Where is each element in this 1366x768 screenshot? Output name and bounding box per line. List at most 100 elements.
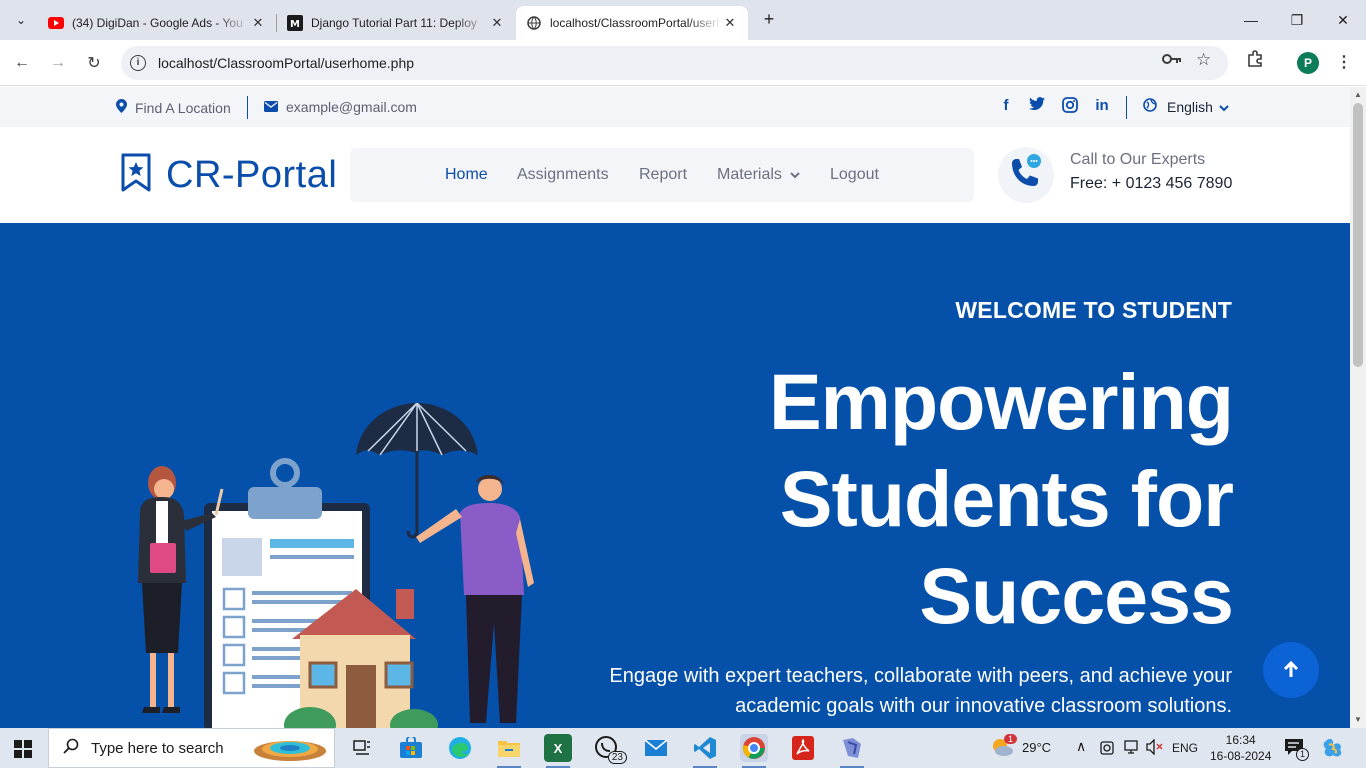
excel-icon[interactable]: X xyxy=(544,734,572,768)
chrome-icon[interactable] xyxy=(740,734,768,768)
weather-icon[interactable]: 1 xyxy=(990,734,1018,761)
facebook-icon[interactable]: f xyxy=(997,97,1015,115)
taskbar-search-box[interactable]: Type here to search xyxy=(48,728,335,768)
web-page: Find A Location example@gmail.com f in E… xyxy=(0,87,1350,728)
edge-browser-icon[interactable] xyxy=(446,734,474,762)
close-icon[interactable]: ✕ xyxy=(489,15,505,31)
globe-icon xyxy=(526,15,542,31)
divider xyxy=(247,96,248,119)
taskbar-clock[interactable]: 16:34 16-08-2024 xyxy=(1210,732,1271,764)
notification-count: 1 xyxy=(1296,748,1309,761)
copilot-icon[interactable] xyxy=(1322,737,1344,762)
browser-toolbar: ← → ↻ i localhost/ClassroomPortal/userho… xyxy=(0,40,1366,86)
close-icon[interactable]: ✕ xyxy=(722,15,738,31)
linkedin-icon[interactable]: in xyxy=(1093,97,1111,115)
forward-button[interactable]: → xyxy=(45,50,71,76)
language-selector[interactable]: English xyxy=(1143,98,1229,115)
back-button[interactable]: ← xyxy=(9,50,35,76)
clock-time: 16:34 xyxy=(1225,733,1256,747)
call-number[interactable]: Free: + 0123 456 7890 xyxy=(1070,175,1232,193)
input-language[interactable]: ENG xyxy=(1172,741,1198,755)
file-explorer-icon[interactable] xyxy=(495,734,523,768)
email-link[interactable]: example@gmail.com xyxy=(264,99,417,115)
notification-icon[interactable]: 1 xyxy=(1284,738,1309,761)
chevron-down-icon xyxy=(790,166,801,184)
top-info-bar: Find A Location example@gmail.com f in E… xyxy=(0,87,1350,127)
arrow-up-icon xyxy=(1283,661,1299,677)
tab-youtube[interactable]: (34) DigiDan - Google Ads - You ✕ xyxy=(38,6,276,40)
acrobat-reader-icon[interactable] xyxy=(789,734,817,762)
main-navbar: CR-Portal Home Assignments Report Materi… xyxy=(0,127,1350,223)
nav-assignments[interactable]: Assignments xyxy=(517,166,609,184)
camera-icon[interactable] xyxy=(1100,739,1114,758)
extensions-icon[interactable] xyxy=(1246,50,1264,72)
whatsapp-badge: 23 xyxy=(607,751,627,764)
windows-taskbar: Type here to search X 23 1 29°C ∧ ENG 16… xyxy=(0,728,1366,768)
profile-avatar[interactable]: P xyxy=(1297,52,1319,74)
location-text: Find A Location xyxy=(135,99,231,116)
tab-search-dropdown[interactable]: ⌄ xyxy=(8,7,34,33)
address-bar[interactable]: i localhost/ClassroomPortal/userhome.php xyxy=(121,46,1228,80)
weather-badge: 1 xyxy=(1004,734,1018,744)
chevron-up-icon[interactable]: ∧ xyxy=(1076,738,1086,755)
minimize-button[interactable]: — xyxy=(1228,0,1274,40)
language-label: English xyxy=(1167,98,1213,115)
clock-date: 16-08-2024 xyxy=(1210,749,1272,763)
instagram-icon[interactable] xyxy=(1061,97,1079,115)
mdn-icon: M xyxy=(287,15,303,31)
url-text[interactable]: localhost/ClassroomPortal/userhome.php xyxy=(158,55,414,71)
nav-report[interactable]: Report xyxy=(639,166,687,184)
call-label: Call to Our Experts xyxy=(1070,151,1206,168)
tab-django-tutorial[interactable]: M Django Tutorial Part 11: Deploy ✕ xyxy=(277,6,515,40)
phone-icon xyxy=(1012,154,1041,186)
reload-button[interactable]: ↻ xyxy=(81,50,107,76)
nav-materials-label: Materials xyxy=(717,166,782,183)
volume-muted-icon[interactable] xyxy=(1146,738,1164,758)
microsoft-store-icon[interactable] xyxy=(397,734,425,762)
scroll-down-arrow-icon[interactable]: ▼ xyxy=(1354,715,1362,724)
network-icon[interactable] xyxy=(1124,739,1140,758)
browser-menu-icon[interactable]: ⋮ xyxy=(1336,52,1352,72)
app-blue-icon[interactable] xyxy=(838,734,866,768)
windows-start-button[interactable] xyxy=(14,740,32,763)
new-tab-button[interactable]: + xyxy=(758,9,780,31)
nav-logout[interactable]: Logout xyxy=(830,166,879,184)
weather-temp[interactable]: 29°C xyxy=(1022,740,1051,755)
nav-home[interactable]: Home xyxy=(445,166,488,184)
tab-classroom-portal[interactable]: localhost/ClassroomPortal/userh ✕ xyxy=(516,6,748,40)
windows-logo-icon xyxy=(14,740,32,758)
bookmark-star-logo-icon xyxy=(120,153,152,198)
mail-icon[interactable] xyxy=(642,734,670,762)
email-text: example@gmail.com xyxy=(286,99,417,115)
site-logo[interactable]: CR-Portal xyxy=(120,153,337,198)
youtube-icon xyxy=(48,15,64,31)
find-location-link[interactable]: Find A Location xyxy=(116,99,231,116)
close-icon[interactable]: ✕ xyxy=(250,15,266,31)
student-figure xyxy=(416,475,534,723)
nav-menu: Home Assignments Report Materials Logout xyxy=(350,148,974,202)
brand-name: CR-Portal xyxy=(166,154,338,196)
nav-materials[interactable]: Materials xyxy=(717,166,801,184)
hero-kicker: WELCOME TO STUDENT xyxy=(955,297,1232,323)
envelope-icon xyxy=(264,100,278,115)
tab-title: Django Tutorial Part 11: Deploy xyxy=(311,16,477,30)
task-view-icon[interactable] xyxy=(348,734,376,762)
password-key-icon[interactable] xyxy=(1162,52,1182,70)
phone-icon-circle xyxy=(998,147,1054,203)
close-window-button[interactable]: ✕ xyxy=(1320,0,1366,40)
bookmark-star-icon[interactable]: ☆ xyxy=(1196,50,1211,70)
page-scrollbar[interactable]: ▲ ▼ xyxy=(1350,87,1366,728)
site-info-icon[interactable]: i xyxy=(130,55,146,71)
globe-icon xyxy=(1143,98,1157,115)
vscode-icon[interactable] xyxy=(691,734,719,768)
hero-headline: Empowering Students for Success xyxy=(768,357,1234,640)
twitter-icon[interactable] xyxy=(1028,97,1046,115)
scroll-up-arrow-icon[interactable]: ▲ xyxy=(1354,90,1362,99)
search-icon xyxy=(63,738,79,759)
tab-title: (34) DigiDan - Google Ads - You xyxy=(72,16,243,30)
scrollbar-thumb[interactable] xyxy=(1353,103,1363,367)
chevron-down-icon xyxy=(1219,99,1229,115)
restore-button[interactable]: ❐ xyxy=(1274,0,1320,40)
whatsapp-icon[interactable]: 23 xyxy=(593,734,627,764)
back-to-top-button[interactable] xyxy=(1263,642,1319,698)
